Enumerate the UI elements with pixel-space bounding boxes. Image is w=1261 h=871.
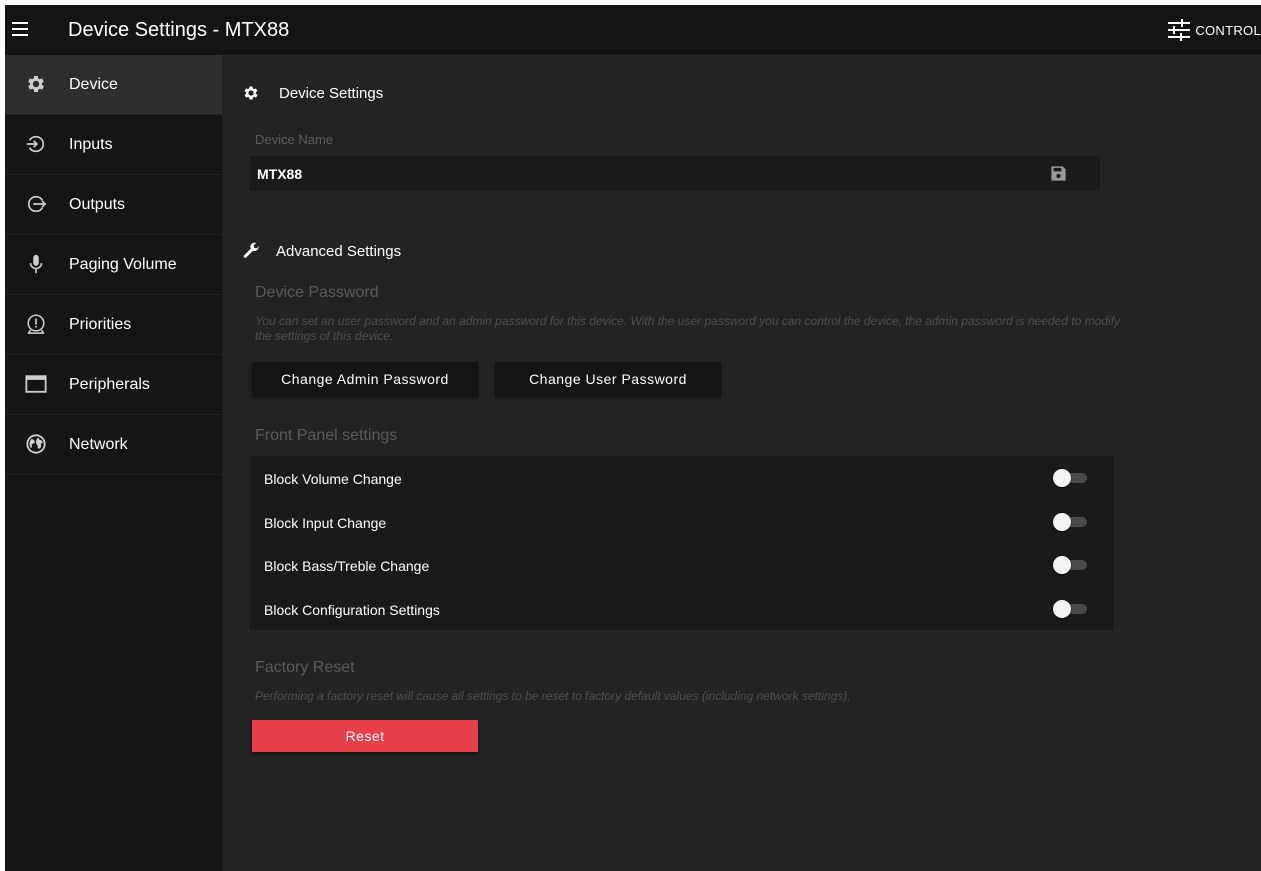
window-icon [25, 373, 47, 395]
block-bass-treble-change-toggle[interactable] [1053, 556, 1087, 574]
top-bar: Device Settings - MTX88 CONTROL [5, 5, 1261, 55]
toggle-row: Block Volume Change [250, 456, 1114, 500]
wrench-icon [243, 242, 260, 258]
input-arrow-icon [25, 133, 47, 155]
block-input-change-toggle[interactable] [1053, 513, 1087, 531]
device-password-description: You can set an user password and an admi… [255, 314, 1121, 343]
output-arrow-icon [25, 193, 47, 215]
device-settings-header: Device Settings [242, 84, 383, 102]
toggle-row: Block Input Change [250, 500, 1114, 544]
hamburger-menu-icon[interactable] [12, 19, 32, 41]
sidebar-item-device[interactable]: Device [5, 55, 222, 115]
gear-icon [25, 73, 47, 95]
sidebar-item-peripherals[interactable]: Peripherals [5, 355, 222, 415]
toggle-row: Block Configuration Settings [250, 587, 1114, 631]
globe-icon [25, 433, 47, 455]
section-title: Device Settings [279, 84, 384, 102]
sidebar-item-label: Paging Volume [69, 256, 177, 273]
factory-reset-description: Performing a factory reset will cause al… [255, 689, 851, 703]
sidebar-item-label: Outputs [69, 196, 126, 213]
sidebar-item-label: Device [69, 76, 118, 93]
app-window: Device Settings - MTX88 CONTROL Device I… [5, 5, 1261, 871]
sidebar-item-label: Inputs [69, 136, 113, 153]
sidebar-item-paging-volume[interactable]: Paging Volume [5, 235, 222, 295]
block-volume-change-toggle[interactable] [1053, 469, 1087, 487]
toggle-label: Block Configuration Settings [264, 602, 440, 618]
device-name-input[interactable] [257, 156, 1037, 191]
block-configuration-settings-toggle[interactable] [1053, 600, 1087, 618]
main-content: Device Settings Device Name Advanced Set… [222, 55, 1261, 871]
sidebar-item-priorities[interactable]: Priorities [5, 295, 222, 355]
sidebar-item-outputs[interactable]: Outputs [5, 175, 222, 235]
control-button[interactable]: CONTROL [1167, 18, 1261, 42]
toggle-label: Block Bass/Treble Change [264, 558, 430, 574]
sidebar-item-label: Peripherals [69, 376, 150, 393]
reset-button[interactable]: Reset [252, 720, 478, 752]
section-title: Advanced Settings [276, 242, 402, 260]
toggle-label: Block Input Change [264, 515, 387, 531]
change-user-password-button[interactable]: Change User Password [495, 362, 721, 396]
device-password-heading: Device Password [255, 284, 379, 301]
device-name-field [250, 156, 1100, 191]
factory-reset-heading: Factory Reset [255, 659, 355, 676]
toggle-row: Block Bass/Treble Change [250, 543, 1114, 587]
page-title: Device Settings - MTX88 [68, 19, 290, 41]
advanced-settings-header: Advanced Settings [242, 242, 401, 260]
toggle-label: Block Volume Change [264, 471, 402, 487]
gear-icon [244, 86, 258, 100]
device-name-label: Device Name [255, 132, 334, 147]
sidebar-item-label: Priorities [69, 316, 132, 333]
control-label: CONTROL [1195, 22, 1261, 38]
sidebar-item-inputs[interactable]: Inputs [5, 115, 222, 175]
sidebar-item-network[interactable]: Network [5, 415, 222, 475]
alert-circle-icon [25, 313, 47, 335]
change-admin-password-button[interactable]: Change Admin Password [252, 362, 478, 396]
sidebar: Device Inputs Outputs Paging Volume Prio… [5, 55, 222, 871]
floppy-disk-icon[interactable] [1050, 165, 1067, 182]
microphone-icon [25, 253, 47, 275]
front-panel-settings-panel: Block Volume Change Block Input Change B… [250, 456, 1114, 630]
sliders-icon [1168, 19, 1191, 41]
sidebar-item-label: Network [69, 436, 128, 453]
front-panel-heading: Front Panel settings [255, 427, 398, 444]
